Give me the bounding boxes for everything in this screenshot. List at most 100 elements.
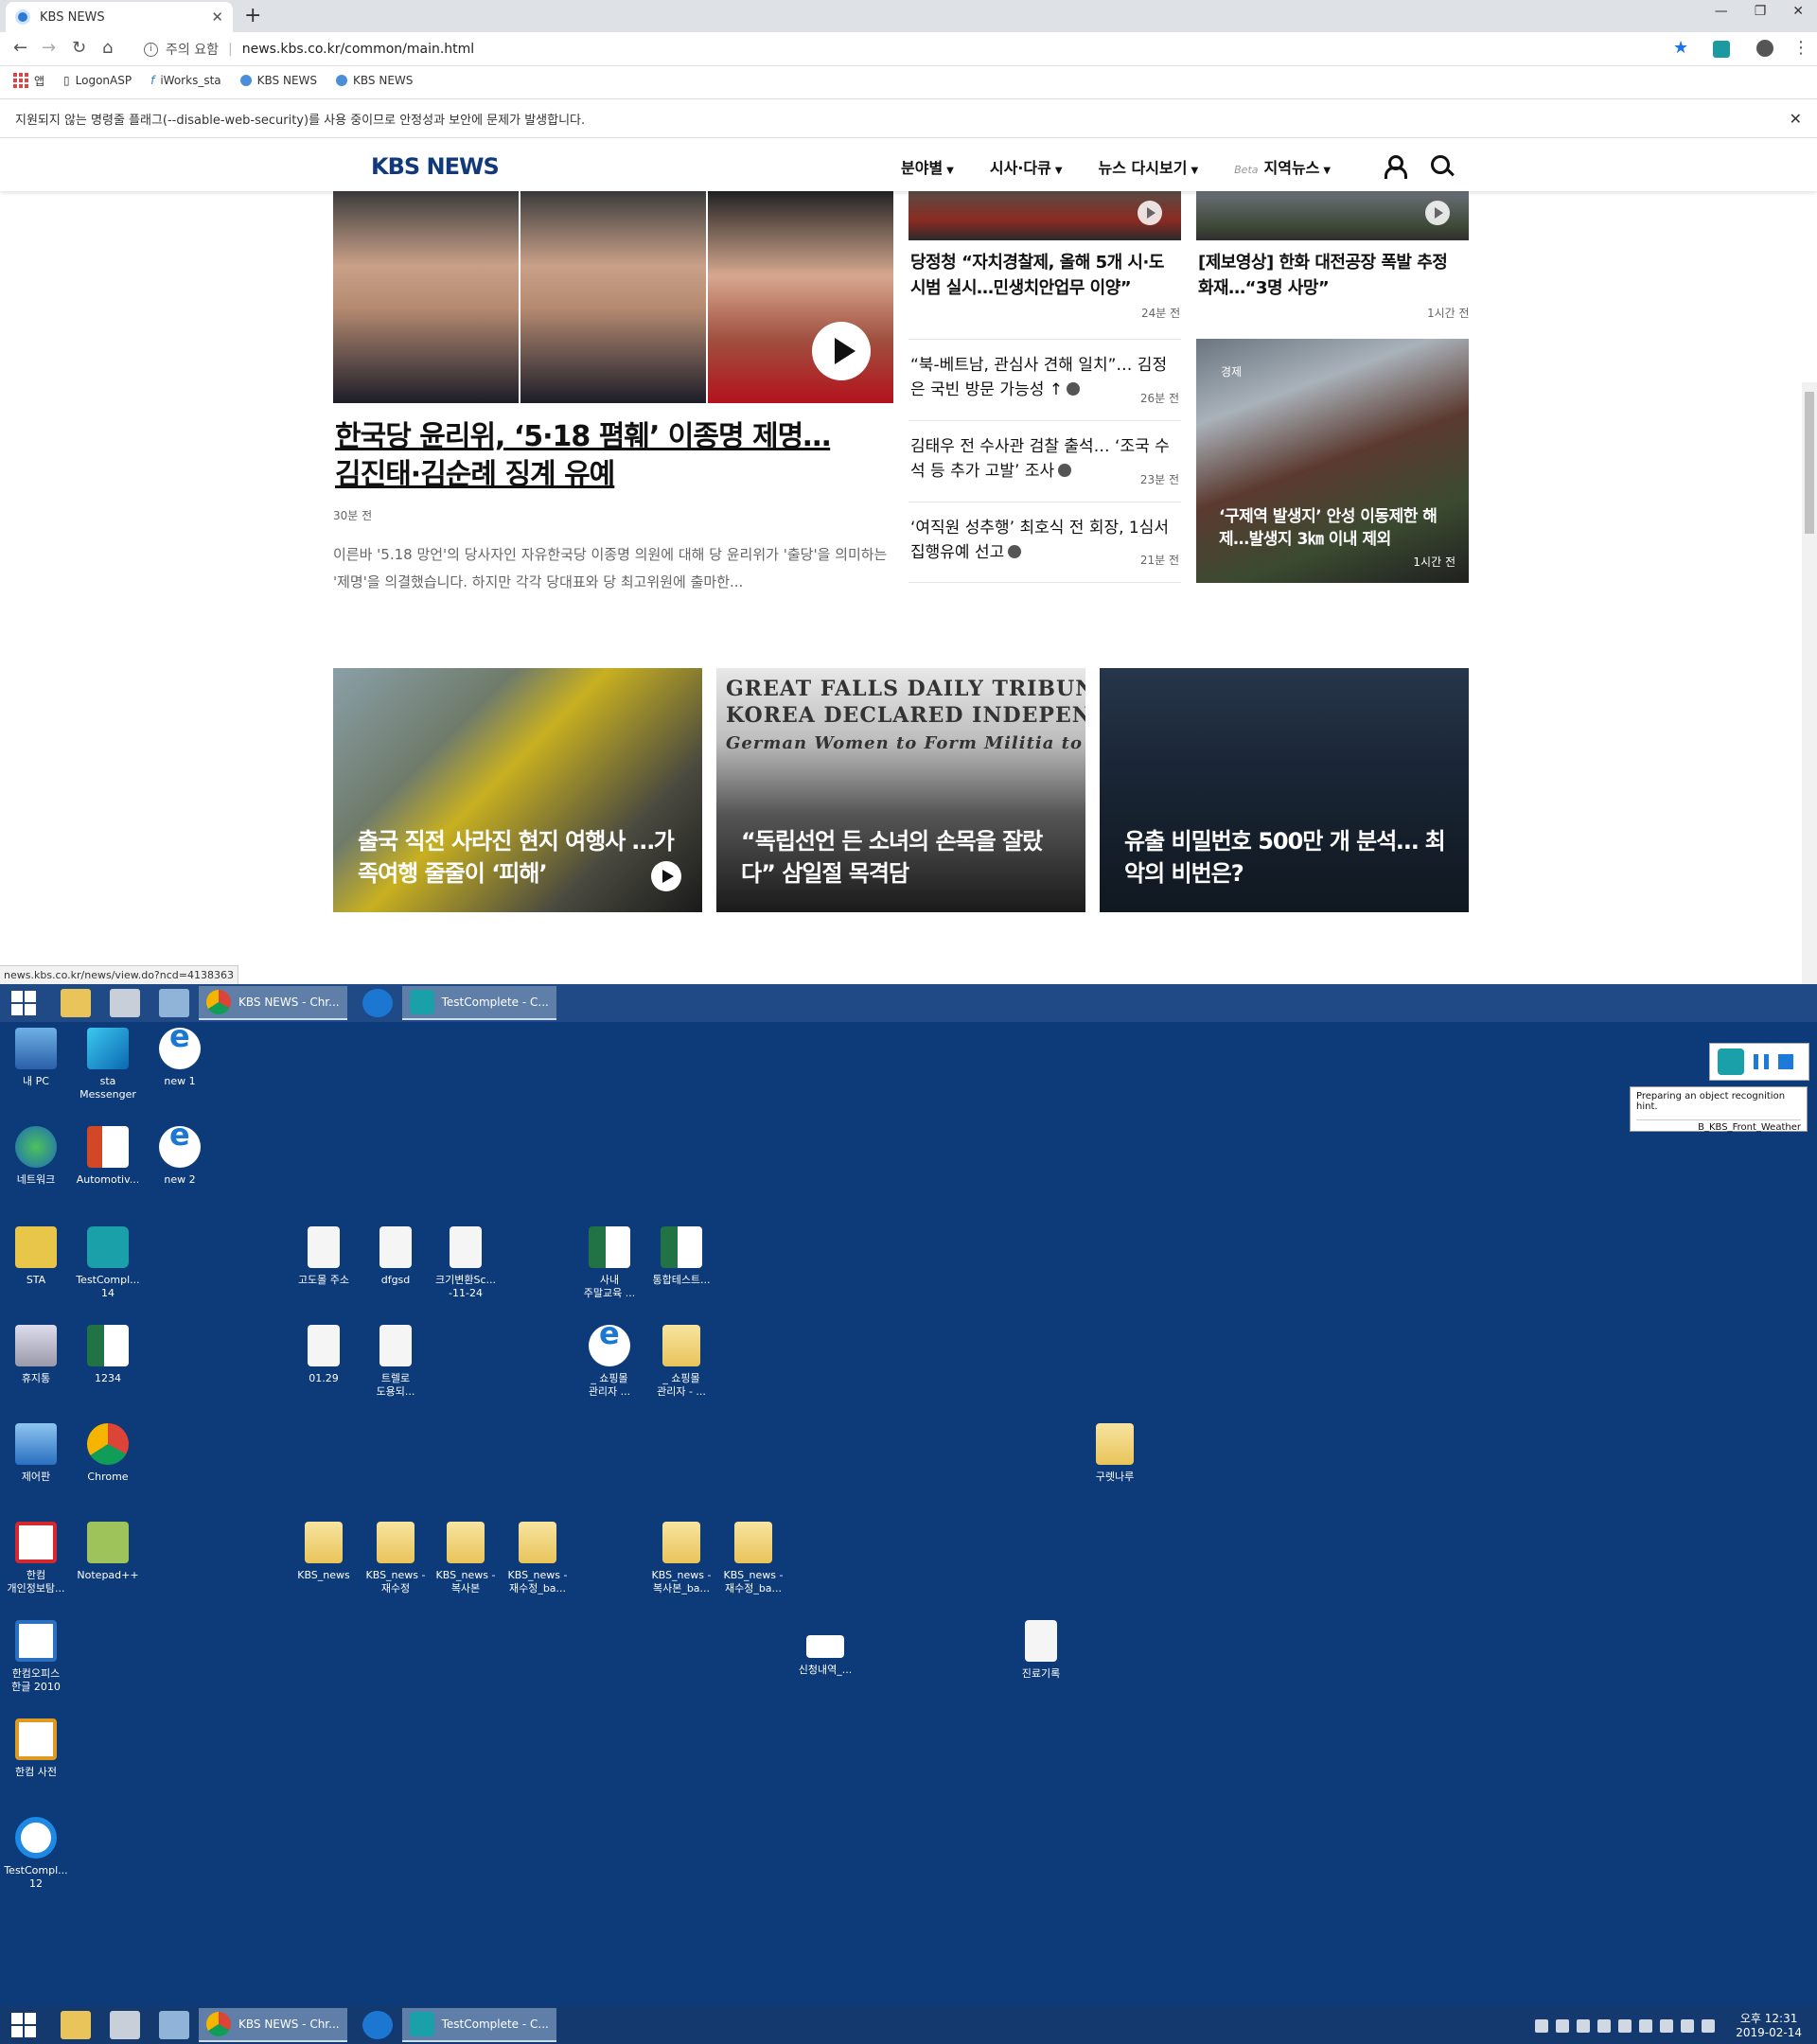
testcomplete-icon[interactable] (1718, 1048, 1744, 1075)
bluetooth-icon[interactable] (1577, 2019, 1591, 2033)
tray-app-icon[interactable] (1535, 2019, 1549, 2033)
explorer-icon[interactable] (61, 2011, 91, 2039)
desktop-icon[interactable]: new 2 (144, 1126, 216, 1187)
list-item[interactable]: 김태우 전 수사관 검찰 출석… ‘조국 수석 등 추가 고발’ 조사 23분 … (908, 420, 1181, 502)
desktop-icon[interactable]: 크기변환Sc... -11-24 (430, 1226, 502, 1300)
notepad-icon[interactable] (159, 989, 189, 1017)
taskbar-task-testcomplete[interactable]: TestComplete - C... (401, 986, 556, 1020)
taskbar-task-testcomplete[interactable]: TestComplete - C... (401, 2008, 556, 2042)
back-arrow-icon[interactable]: ← (13, 38, 27, 58)
volume-icon[interactable] (1681, 2019, 1695, 2033)
tab-close-icon[interactable]: ✕ (211, 9, 223, 26)
nav-item-category[interactable]: 분야별 ▼ (901, 155, 954, 178)
play-icon[interactable] (1425, 201, 1450, 225)
main-story-headline[interactable]: 한국당 윤리위, ‘5·18 폄훼’ 이종명 제명… 김진태·김순례 징계 유예 (335, 418, 846, 494)
feature-card[interactable]: GREAT FALLS DAILY TRIBUN KOREA DECLARED I… (716, 668, 1085, 912)
system-clock[interactable]: 오후 12:31 2019-02-14 (1736, 2012, 1802, 2040)
desktop-icon[interactable]: 신청내역_... (789, 1620, 861, 1677)
desktop-icon[interactable]: _ 쇼핑몰 관리자 - ... (645, 1325, 717, 1399)
info-icon[interactable]: i (144, 42, 158, 57)
feature-card[interactable]: 유출 비밀번호 500만 개 분석… 최악의 비번은? (1100, 668, 1469, 912)
main-story-photo[interactable] (333, 191, 893, 403)
snipping-tool-icon[interactable] (110, 2011, 140, 2039)
desktop-icon[interactable]: Chrome (72, 1423, 144, 1484)
address-bar[interactable]: i 주의 요함 | news.kbs.co.kr/common/main.htm… (132, 36, 1703, 62)
infobar-close-icon[interactable]: ✕ (1790, 110, 1802, 128)
user-icon[interactable] (1384, 155, 1407, 179)
desktop-icon[interactable]: TestCompl... 14 (72, 1226, 144, 1300)
network-icon[interactable] (1639, 2019, 1653, 2033)
tray-app-icon[interactable] (1556, 2019, 1570, 2033)
desktop-icon[interactable]: KBS_news - 복사본 (430, 1522, 502, 1595)
scrollbar-thumb[interactable] (1805, 392, 1814, 534)
play-icon[interactable] (812, 322, 871, 380)
play-icon[interactable] (651, 861, 681, 891)
play-icon[interactable] (1138, 201, 1162, 225)
bookmark-iworks[interactable]: f iWorks_sta (150, 74, 221, 87)
bookmark-star-icon[interactable]: ★ (1673, 38, 1688, 58)
kebab-menu-icon[interactable]: ⋮ (1792, 38, 1809, 58)
minimize-button[interactable]: — (1715, 4, 1728, 19)
desktop-icon[interactable]: new 1 (144, 1028, 216, 1088)
browser-tab[interactable]: KBS NEWS ✕ (6, 2, 233, 32)
explorer-icon[interactable] (61, 989, 91, 1017)
feature-card[interactable]: 출국 직전 사라진 현지 여행사 …가족여행 줄줄이 ‘피해’ (333, 668, 702, 912)
side-photo-story[interactable]: 경제 ‘구제역 발생지’ 안성 이동제한 해제…발생지 3㎞ 이내 제외 1시간… (1196, 339, 1469, 583)
ie-icon[interactable] (362, 989, 393, 1017)
desktop-icon[interactable]: 1234 (72, 1325, 144, 1385)
search-icon[interactable] (1431, 155, 1450, 174)
new-tab-button[interactable]: + (244, 4, 261, 27)
desktop-icon[interactable]: KBS_news - 재수정_ba... (502, 1522, 573, 1595)
start-button-icon[interactable] (11, 2013, 36, 2037)
forward-arrow-icon[interactable]: → (42, 38, 56, 58)
desktop-icon[interactable]: dfgsd (360, 1226, 432, 1287)
bookmark-kbs-news-1[interactable]: KBS NEWS (239, 74, 317, 87)
desktop-icon[interactable]: 트렐로 도용되... (360, 1325, 432, 1399)
desktop-icon[interactable]: 제어판 (0, 1423, 72, 1484)
bookmark-kbs-news-2[interactable]: KBS NEWS (336, 74, 413, 87)
desktop-icon[interactable]: 구렛나루 (1079, 1423, 1151, 1484)
account-icon[interactable] (1756, 40, 1773, 57)
home-icon[interactable]: ⌂ (102, 38, 113, 58)
desktop-icon[interactable]: STA (0, 1226, 72, 1287)
desktop-icon[interactable]: KBS_news - 재수정_ba... (717, 1522, 789, 1595)
nav-item-regional[interactable]: Beta 지역뉴스 ▼ (1234, 155, 1331, 178)
desktop-icon[interactable]: 고도몰 주소 (288, 1226, 360, 1287)
nav-item-documentary[interactable]: 시사·다큐 ▼ (990, 155, 1063, 178)
desktop-icon[interactable]: KBS_news - 복사본_ba... (645, 1522, 717, 1595)
kbs-news-logo[interactable]: KBS NEWS (371, 153, 500, 180)
flag-icon[interactable] (1618, 2019, 1632, 2033)
desktop-icon[interactable]: 사내 주말교육 ... (573, 1226, 645, 1300)
desktop-icon[interactable]: 네트워크 (0, 1126, 72, 1187)
desktop-icon[interactable]: 진료기록 (1005, 1620, 1077, 1681)
side-story-headline[interactable]: 당정청 “자치경찰제, 올해 5개 시·도 시범 실시…민생치안업무 이양” (910, 250, 1179, 301)
desktop-icon[interactable]: _ 쇼핑몰 관리자 ... (573, 1325, 645, 1399)
taskbar-task-chrome[interactable]: KBS NEWS - Chr... (199, 986, 347, 1020)
snipping-tool-icon[interactable] (110, 989, 140, 1017)
desktop-icon[interactable]: 01.29 (288, 1325, 360, 1385)
desktop-icon[interactable]: Automotiv... (72, 1126, 144, 1187)
desktop-icon[interactable]: 한컴오피스 한글 2010 (0, 1620, 72, 1694)
desktop-icon[interactable]: 통합테스트... (645, 1226, 717, 1287)
tray-app-icon[interactable] (1597, 2019, 1612, 2033)
ime-icon[interactable] (1702, 2019, 1716, 2033)
desktop-icon[interactable]: TestCompl... 12 (0, 1817, 72, 1891)
restore-button[interactable]: ❐ (1755, 4, 1767, 19)
list-item[interactable]: “북-베트남, 관심사 견해 일치”… 김정은 국빈 방문 가능성 ↑ 26분 … (908, 339, 1181, 420)
main-story-summary[interactable]: 이른바 '5.18 망언'의 당사자인 자유한국당 이종명 의원에 대해 당 윤… (333, 541, 897, 596)
desktop-icon[interactable]: sta Messenger (72, 1028, 144, 1101)
notepad-icon[interactable] (159, 2011, 189, 2039)
desktop-icon[interactable]: 한컴 사전 (0, 1718, 72, 1779)
stop-icon[interactable] (1778, 1054, 1793, 1069)
taskbar-task-chrome[interactable]: KBS NEWS - Chr... (199, 2008, 347, 2042)
desktop-icon[interactable]: KBS_news - 재수정 (360, 1522, 432, 1595)
list-item[interactable]: ‘여직원 성추행’ 최호식 전 회장, 1심서 집행유예 선고 21분 전 (908, 502, 1181, 583)
start-button-icon[interactable] (11, 991, 36, 1015)
desktop-icon[interactable]: 내 PC (0, 1028, 72, 1088)
side-story-headline[interactable]: [제보영상] 한화 대전공장 폭발 추정 화재…“3명 사망” (1198, 250, 1467, 301)
signal-icon[interactable] (1660, 2019, 1674, 2033)
reload-icon[interactable]: ↻ (72, 38, 86, 58)
testcomplete-extension-icon[interactable] (1713, 41, 1730, 58)
desktop-icon[interactable]: KBS_news (288, 1522, 360, 1582)
pause-icon[interactable] (1754, 1054, 1769, 1069)
